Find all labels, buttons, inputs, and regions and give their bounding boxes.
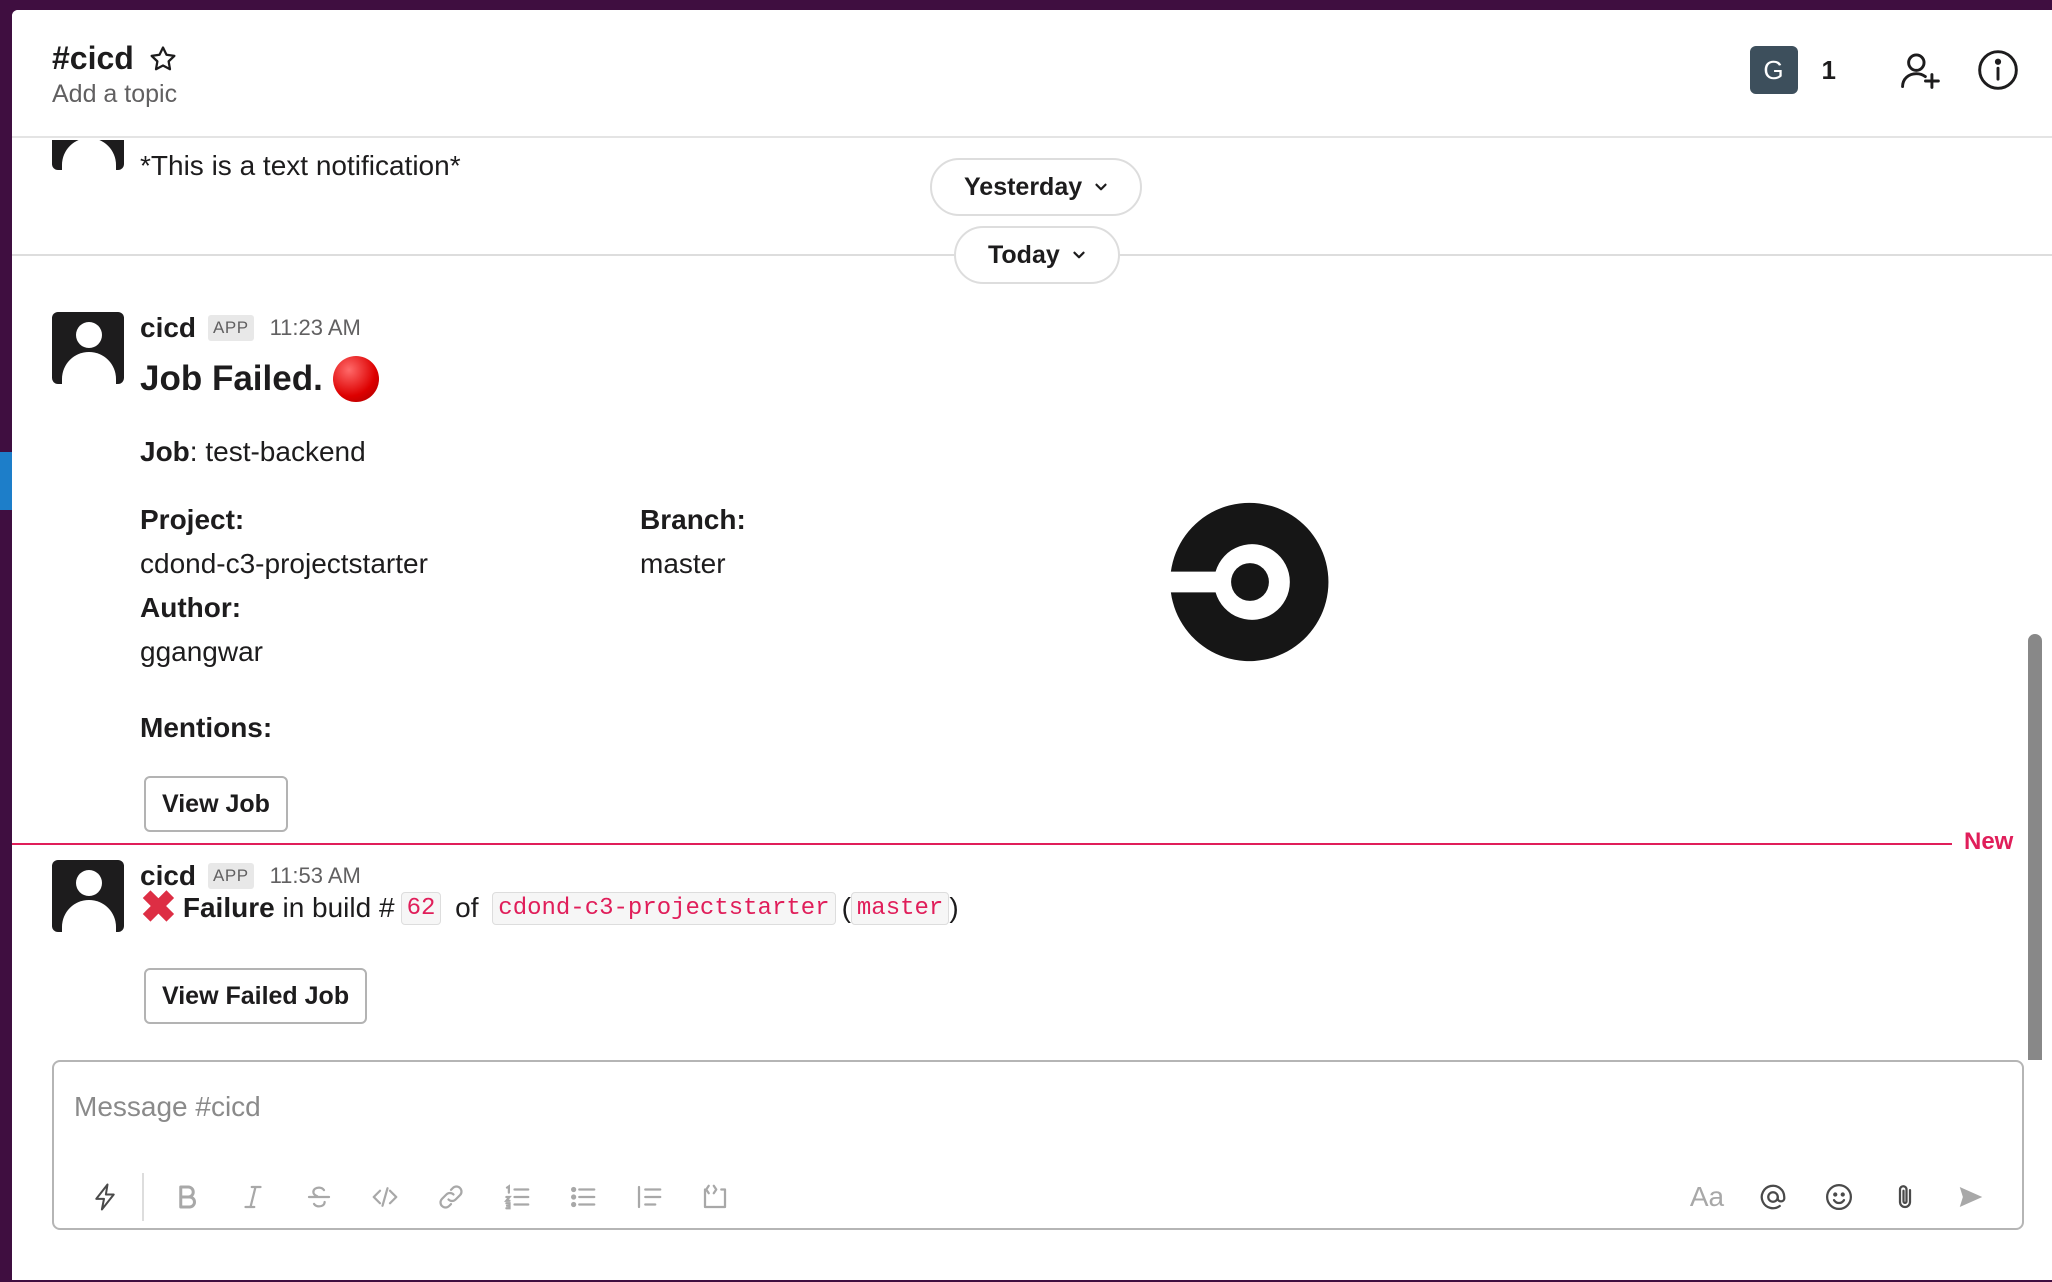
- info-icon[interactable]: [1974, 46, 2022, 94]
- sidebar-active-indicator: [0, 452, 12, 510]
- header-actions: G 1: [1749, 46, 2052, 94]
- date-label: Today: [988, 240, 1060, 269]
- job-title-text: Job Failed.: [140, 359, 323, 398]
- red-circle-icon: [332, 356, 379, 402]
- code-icon[interactable]: [352, 1172, 418, 1222]
- author-value: ggangwar: [140, 636, 263, 667]
- author-field: Author:: [140, 586, 241, 630]
- branch-value: master: [640, 548, 726, 579]
- channel-title[interactable]: #cicd: [52, 40, 178, 77]
- bold-icon[interactable]: [154, 1172, 220, 1222]
- new-messages-divider: [12, 843, 1952, 845]
- attach-icon[interactable]: [1872, 1172, 1938, 1222]
- job-field: Job: test-backend: [140, 430, 366, 474]
- format-icon[interactable]: Aa: [1674, 1172, 1740, 1222]
- code-block-icon[interactable]: [682, 1172, 748, 1222]
- scrollbar-thumb[interactable]: [2028, 634, 2042, 1060]
- build-failure-message: ✖ Failure in build #62 of cdond-c3-proje…: [140, 886, 959, 930]
- view-failed-job-button[interactable]: View Failed Job: [144, 968, 368, 1024]
- cross-mark-icon: ✖: [140, 883, 177, 932]
- avatar[interactable]: [52, 312, 124, 384]
- blockquote-icon[interactable]: [616, 1172, 682, 1222]
- paren-close: ): [949, 892, 959, 923]
- timestamp[interactable]: 11:23 AM: [270, 315, 361, 341]
- view-job-button[interactable]: View Job: [144, 776, 288, 832]
- format-label: Aa: [1689, 1181, 1725, 1212]
- mention-icon[interactable]: [1740, 1172, 1806, 1222]
- member-count[interactable]: 1: [1822, 55, 1836, 86]
- mentions-label: Mentions:: [140, 712, 273, 743]
- message-text: *This is a text notification*: [140, 150, 461, 181]
- sender-name[interactable]: cicd: [140, 312, 196, 344]
- job-label: Job: [140, 436, 190, 467]
- emoji-icon[interactable]: [1806, 1172, 1872, 1222]
- build-number: 62: [400, 891, 442, 925]
- app-badge: APP: [208, 315, 254, 341]
- member-avatar[interactable]: G: [1749, 46, 1798, 94]
- project-label: Project:: [140, 504, 245, 535]
- build-text: in build #: [274, 892, 395, 923]
- toolbar-separator: [142, 1173, 144, 1221]
- channel-name[interactable]: #cicd: [52, 40, 134, 77]
- date-divider-yesterday[interactable]: Yesterday: [930, 158, 1143, 216]
- new-messages-label: New: [1964, 828, 2014, 855]
- circleci-logo-icon: [1170, 502, 1329, 662]
- author-label: Author:: [140, 592, 242, 623]
- add-member-icon[interactable]: [1896, 46, 1944, 94]
- bulleted-list-icon[interactable]: [550, 1172, 616, 1222]
- channel-header: #cicd Add a topic G 1: [12, 10, 2052, 138]
- branch-field: Branch:: [640, 498, 746, 542]
- job-status-title: Job Failed.: [140, 356, 379, 402]
- strikethrough-icon[interactable]: [286, 1172, 352, 1222]
- chevron-down-icon: [1095, 183, 1107, 191]
- message-composer: Aa: [52, 1060, 2024, 1230]
- project-value: cdond-c3-projectstarter: [140, 548, 428, 579]
- message-list[interactable]: *This is a text notification* Yesterday …: [12, 140, 2052, 1060]
- job-value: : test-backend: [189, 436, 366, 467]
- project-field: Project:: [140, 498, 244, 542]
- ordered-list-icon[interactable]: [484, 1172, 550, 1222]
- send-icon[interactable]: [1938, 1172, 2004, 1222]
- paren-open: (: [841, 892, 851, 923]
- message-input[interactable]: [74, 1082, 1874, 1132]
- project-name: cdond-c3-projectstarter: [492, 891, 836, 925]
- date-label: Yesterday: [964, 172, 1083, 201]
- link-icon[interactable]: [418, 1172, 484, 1222]
- chevron-down-icon: [1073, 251, 1085, 259]
- star-icon[interactable]: [148, 44, 178, 74]
- branch-name: master: [850, 891, 950, 925]
- message-header: cicd APP 11:23 AM: [140, 312, 361, 344]
- failure-status: Failure: [182, 892, 275, 923]
- shortcuts-icon[interactable]: [72, 1172, 138, 1222]
- italic-icon[interactable]: [220, 1172, 286, 1222]
- mentions-field: Mentions:: [140, 706, 272, 750]
- of-text: of: [447, 892, 487, 923]
- avatar[interactable]: [52, 860, 124, 932]
- channel-topic[interactable]: Add a topic: [52, 80, 177, 109]
- branch-label: Branch:: [640, 504, 746, 535]
- channel-view: #cicd Add a topic G 1 *This is a text no…: [12, 10, 2052, 1280]
- date-divider-today[interactable]: Today: [954, 226, 1120, 284]
- avatar[interactable]: [52, 140, 124, 170]
- composer-toolbar: Aa: [72, 1172, 2004, 1222]
